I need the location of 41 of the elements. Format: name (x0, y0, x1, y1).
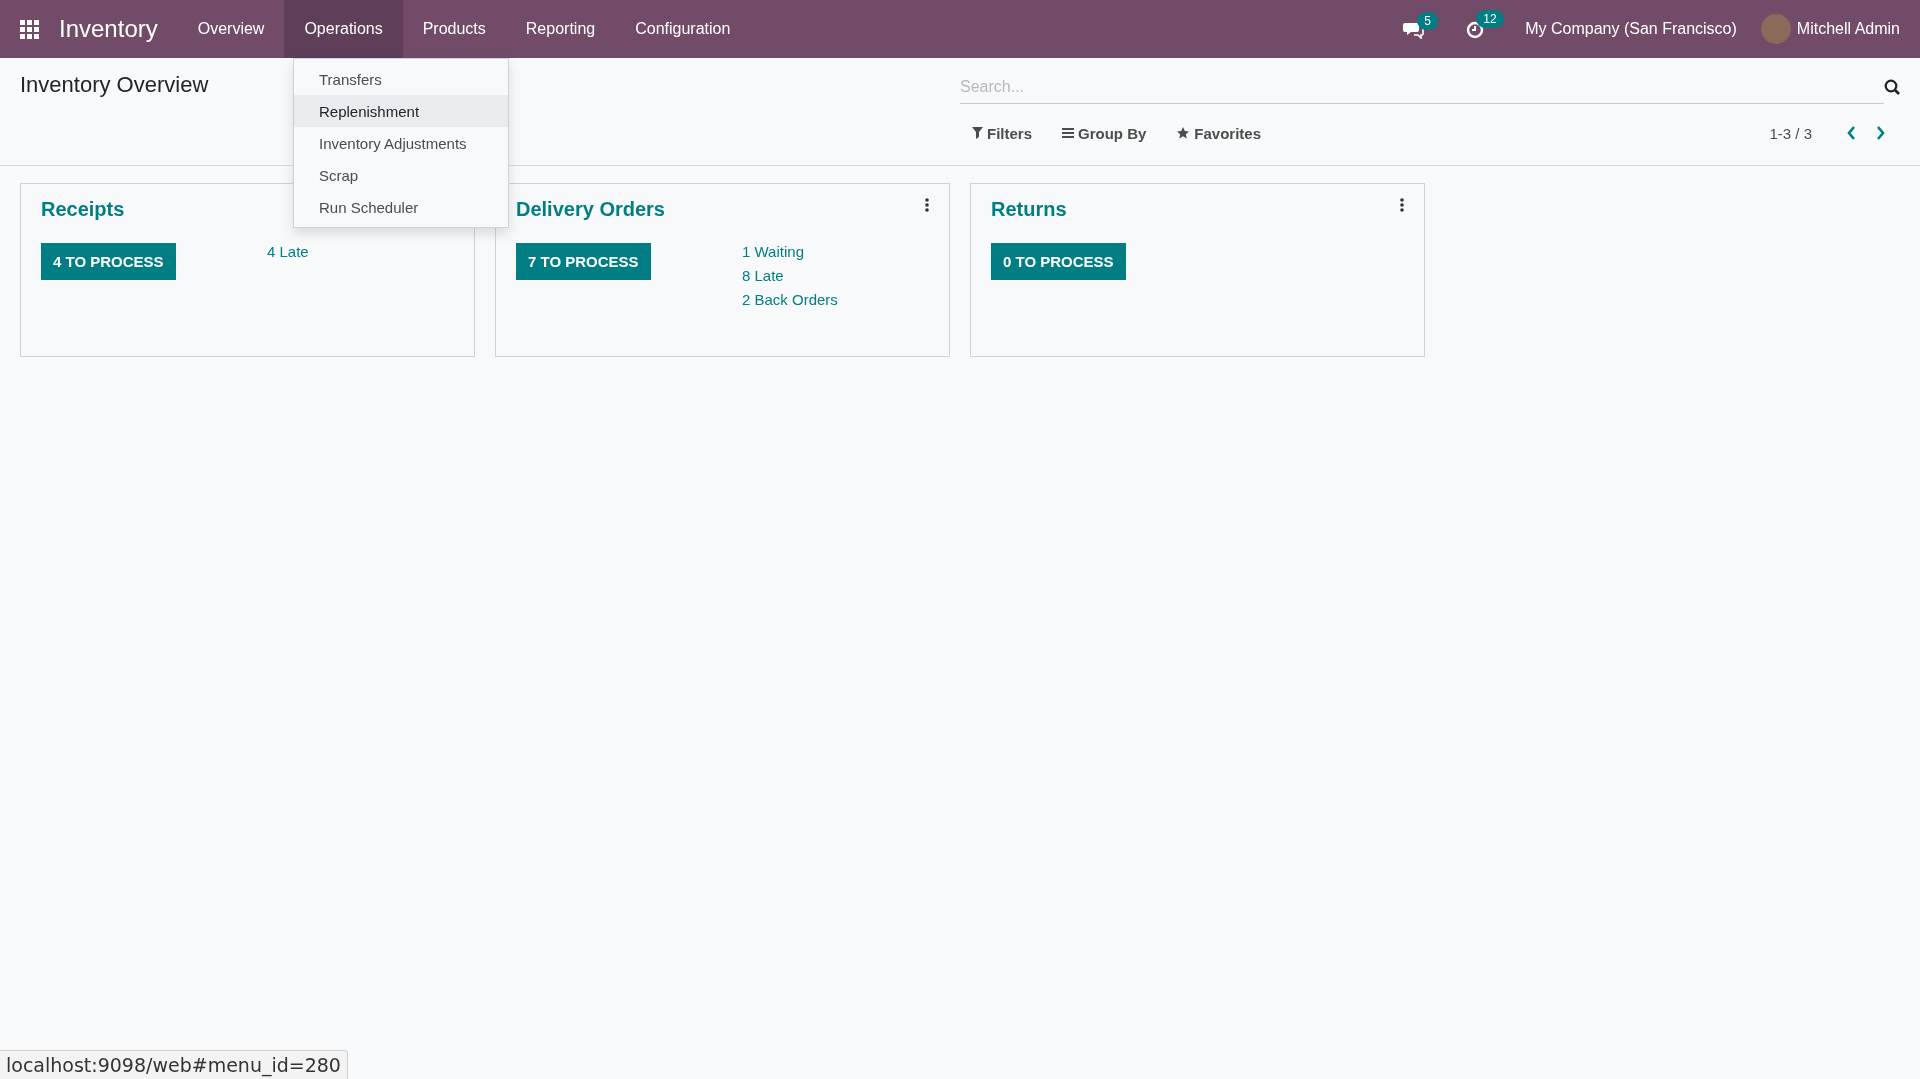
status-url: localhost:9098/web#menu_id=280 (0, 1050, 348, 1079)
pager-value: 1-3 / 3 (1769, 124, 1812, 142)
dropdown-item[interactable]: Transfers (294, 63, 508, 95)
message-count-badge: 5 (1417, 12, 1438, 30)
page-title: Inventory Overview (20, 72, 209, 97)
avatar-circle (1760, 14, 1791, 44)
menu-tab[interactable]: Reporting (505, 0, 616, 58)
filter-menu-button[interactable]: Group By (1050, 124, 1147, 142)
status-link[interactable]: 1 Waiting (742, 243, 929, 260)
funnel-icon (972, 126, 983, 140)
search-icon[interactable] (1884, 79, 1900, 95)
dropdown-item[interactable]: Run Scheduler (294, 191, 508, 223)
dropdown-item[interactable]: Replenishment (294, 95, 508, 127)
menu-tab[interactable]: Overview (177, 0, 285, 58)
apps-grid-icon[interactable] (20, 19, 39, 39)
kebab-menu-icon[interactable] (1400, 198, 1404, 212)
list-icon (1062, 126, 1074, 140)
search-field[interactable]: Search... (960, 70, 1884, 104)
to-process-button[interactable]: 0 TO PROCESS (991, 243, 1126, 280)
status-link[interactable]: 8 Late (742, 267, 929, 284)
company-switcher[interactable]: My Company (San Francisco) (1501, 20, 1761, 38)
card-title[interactable]: Returns (991, 198, 1067, 221)
app-title[interactable]: Inventory (59, 15, 158, 43)
status-link[interactable]: 2 Back Orders (742, 291, 929, 308)
status-link[interactable]: 4 Late (267, 243, 454, 260)
kebab-menu-icon[interactable] (925, 198, 929, 212)
menu-tab[interactable]: Products (402, 0, 506, 58)
to-process-button[interactable]: 4 TO PROCESS (41, 243, 176, 280)
activity-count-badge: 12 (1476, 10, 1504, 28)
to-process-button[interactable]: 7 TO PROCESS (516, 243, 651, 280)
star-icon (1176, 126, 1191, 140)
card-title[interactable]: Receipts (41, 198, 125, 221)
card-title[interactable]: Delivery Orders (516, 198, 665, 221)
user-menu[interactable]: Mitchell Admin (1760, 14, 1920, 44)
menu-tab[interactable]: Operations (284, 0, 403, 58)
filter-menu-button[interactable]: Filters (960, 124, 1032, 142)
dropdown-item[interactable]: Scrap (294, 159, 508, 191)
clock-icon[interactable] (1466, 19, 1486, 39)
menu-tab[interactable]: Configuration (615, 0, 751, 58)
filter-menu-button[interactable]: Favorites (1164, 124, 1262, 142)
dropdown-item[interactable]: Inventory Adjustments (294, 127, 508, 159)
